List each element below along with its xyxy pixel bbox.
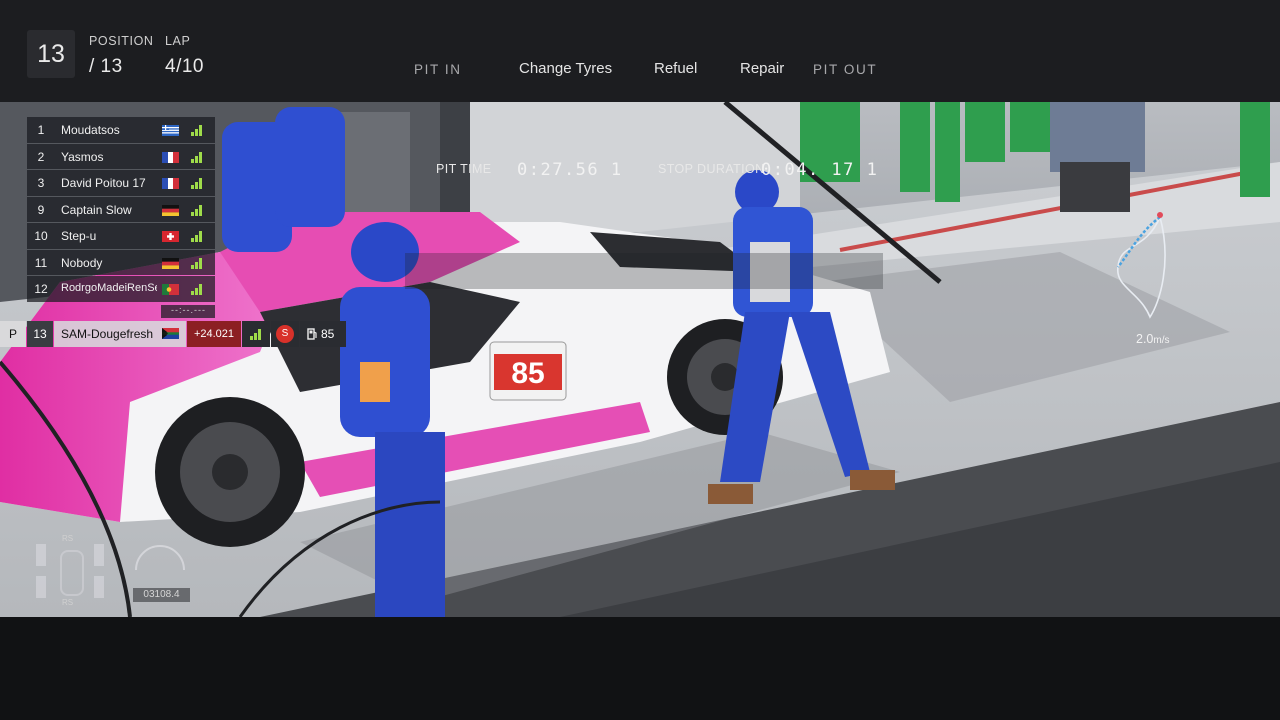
row-position: 9	[37, 202, 45, 217]
leaderboard-row: 1 Moudatsos	[27, 117, 215, 144]
row-position: 11	[34, 255, 48, 270]
germany-flag-icon	[162, 257, 179, 269]
speed-value: 2.0	[1136, 332, 1154, 346]
player-gap: +24.021	[187, 321, 241, 347]
row-driver-name: Moudatsos	[61, 123, 120, 137]
connection-signal-icon	[191, 204, 205, 216]
tyre-fl-icon	[36, 544, 46, 566]
row-position: 2	[37, 149, 45, 164]
player-name-cell: SAM-Dougefresh	[54, 321, 186, 347]
germany-flag-icon	[162, 204, 179, 216]
race-hud-bar: 13 POSITION / 13 LAP 4/10 PIT IN Change …	[0, 0, 1280, 103]
portugal-flag-icon	[162, 284, 179, 295]
tyre-compound-badge: S	[276, 325, 294, 343]
france-flag-icon	[162, 178, 179, 189]
leaderboard-row: 12 RodrgoMadeiRenSe	[27, 276, 215, 303]
row-driver-name: David Poitou 17	[61, 176, 146, 190]
leaderboard-row: 3 David Poitou 17	[27, 170, 215, 197]
position-total: / 13	[89, 56, 123, 77]
pit-in-option[interactable]: PIT IN	[414, 62, 462, 77]
stop-duration-label: STOP DURATION	[658, 162, 765, 176]
leaderboard-row: 2 Yasmos	[27, 143, 215, 171]
player-position: 13	[27, 321, 53, 347]
pit-time-value: 0:27.56 1	[517, 160, 623, 180]
row-driver-name: Yasmos	[61, 149, 104, 164]
row-driver-name: Step-u	[61, 229, 97, 243]
tyre-status-diagram: RS RS	[34, 534, 106, 608]
connection-signal-icon	[191, 231, 205, 242]
rev-gauge-icon	[135, 545, 185, 571]
car-outline-icon	[60, 550, 84, 596]
tyre-fr-icon	[94, 544, 104, 566]
position-label: POSITION	[89, 34, 154, 48]
rear-tyre-label: RS	[62, 598, 74, 607]
change-tyres-option[interactable]: Change Tyres	[519, 60, 612, 77]
pit-status-badge: P	[0, 321, 26, 347]
connection-signal-icon	[191, 125, 205, 136]
row-driver-name: Nobody	[61, 255, 103, 270]
leaderboard-row: 10 Step-u	[27, 223, 215, 250]
tyre-rl-icon	[36, 576, 46, 598]
player-signal-cell	[242, 321, 270, 347]
pit-out-option[interactable]: PIT OUT	[813, 62, 877, 77]
fuel-level: 85	[321, 327, 335, 341]
row-driver-name: RodrgoMadeiRenSe	[61, 282, 157, 294]
south-africa-flag-icon	[162, 328, 179, 339]
row-position: 1	[37, 123, 45, 137]
lap-counter: 4/10	[165, 56, 204, 77]
leaderboard-row: 11 Nobody	[27, 249, 215, 277]
tyre-rr-icon	[94, 576, 104, 598]
row-driver-name: Captain Slow	[61, 202, 132, 217]
front-tyre-label: RS	[62, 534, 74, 543]
row-position: 10	[34, 229, 48, 243]
row-position: 12	[34, 282, 48, 296]
leaderboard-row: 9 Captain Slow	[27, 196, 215, 224]
pit-timing-panel	[405, 253, 883, 289]
stop-duration-value: 0:04. 17 1	[761, 160, 879, 180]
connection-signal-icon	[191, 284, 205, 295]
speed-unit: m/s	[1153, 335, 1170, 346]
gap-placeholder-row: --:--.---	[27, 303, 215, 319]
greece-flag-icon	[162, 125, 179, 136]
repair-option[interactable]: Repair	[740, 60, 784, 77]
fuel-cell: 85	[300, 321, 346, 347]
row-position: 3	[37, 176, 45, 190]
pit-time-label: PIT TIME	[436, 162, 492, 176]
france-flag-icon	[162, 151, 179, 163]
svg-text:85: 85	[511, 357, 544, 390]
gap-placeholder: --:--.---	[171, 304, 206, 315]
odometer: 03108.4	[133, 588, 190, 602]
fuel-pump-icon	[307, 328, 317, 340]
player-name: SAM-Dougefresh	[61, 327, 154, 341]
lap-label: LAP	[165, 34, 191, 48]
connection-signal-icon	[191, 178, 205, 189]
refuel-option[interactable]: Refuel	[654, 60, 697, 77]
position-number: 13	[37, 39, 65, 68]
letterbox-bottom	[0, 617, 1280, 720]
position-box: 13	[27, 30, 75, 78]
speed-readout: 2.0m/s	[1136, 332, 1170, 346]
tyre-compound-cell: S	[271, 321, 299, 347]
connection-signal-icon	[191, 151, 205, 163]
switzerland-flag-icon	[162, 231, 179, 242]
connection-signal-icon	[191, 257, 205, 269]
race-leaderboard: 1 Moudatsos 2 Yasmos 3 David Poitou 17 9…	[27, 117, 215, 319]
connection-signal-icon	[250, 329, 264, 340]
